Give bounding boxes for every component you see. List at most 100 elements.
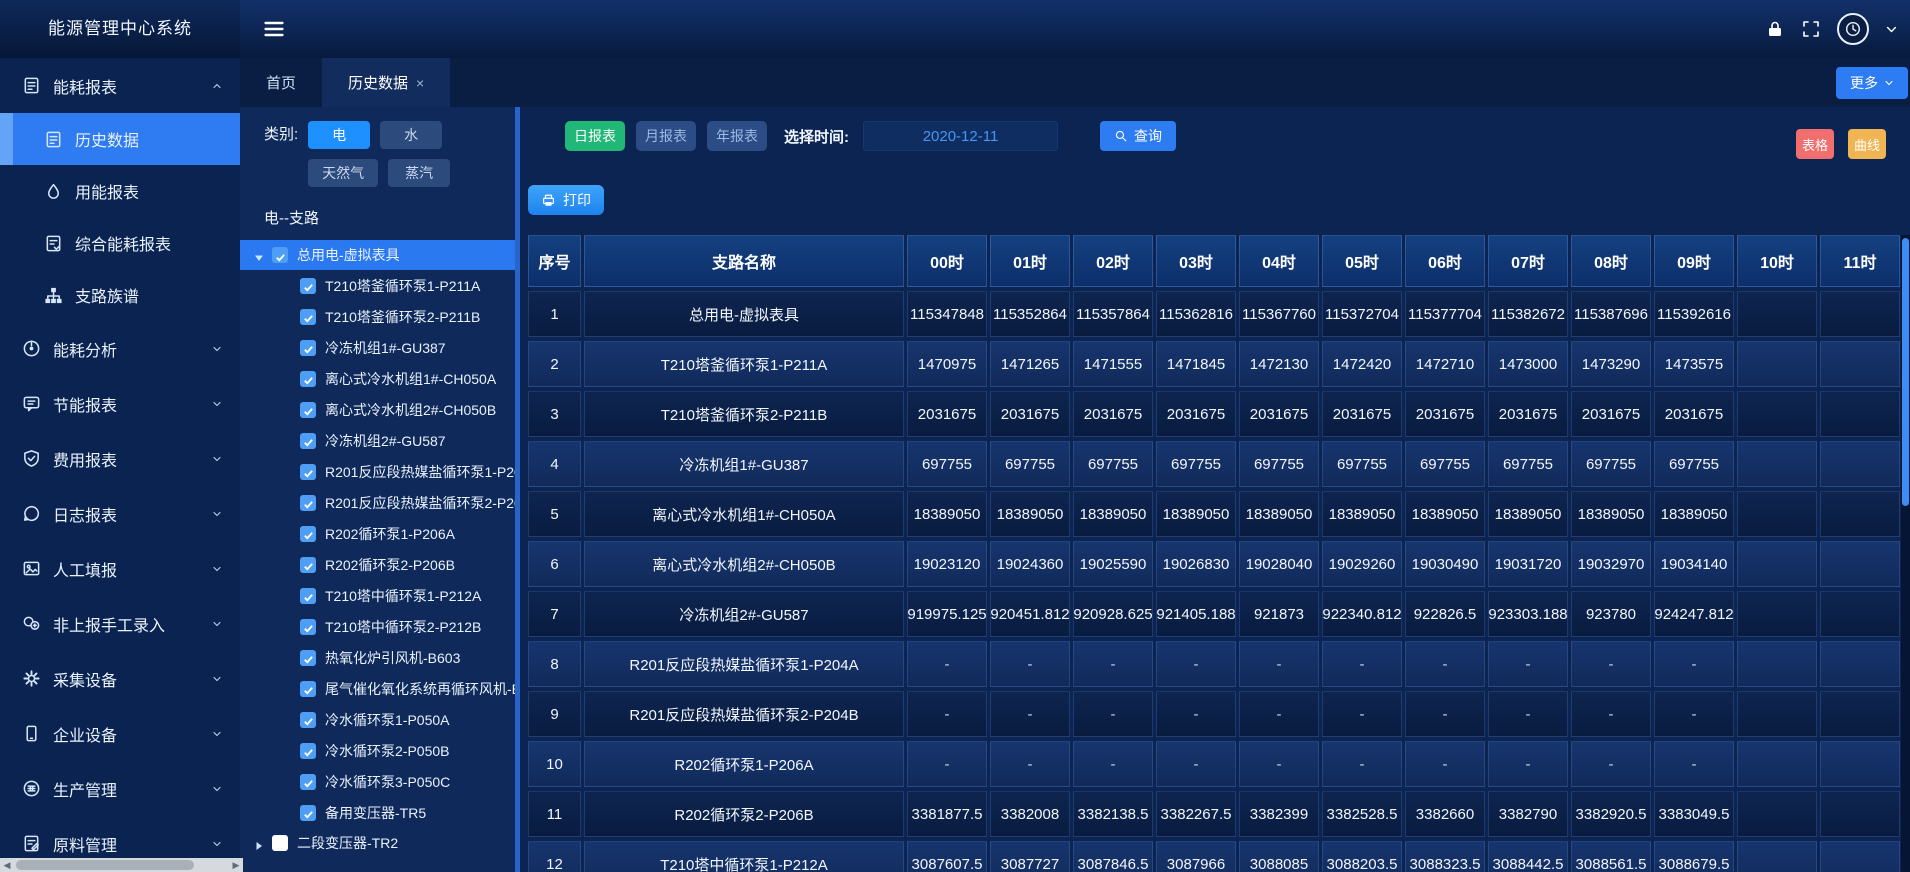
- tree-node[interactable]: 冷冻机组2#-GU587: [240, 425, 520, 456]
- category-button-水[interactable]: 水: [380, 121, 442, 149]
- checkbox[interactable]: [300, 309, 316, 325]
- sidebar-item-label: 综合能耗报表: [75, 231, 171, 255]
- checkbox[interactable]: [272, 247, 288, 263]
- sidebar-item-composite-energy-report[interactable]: 综合能耗报表: [0, 217, 240, 269]
- value-cell: [1737, 391, 1817, 437]
- sidebar-item-energy-usage-report[interactable]: 用能报表: [0, 165, 240, 217]
- tree-node[interactable]: R202循环泵1-P206A: [240, 518, 520, 549]
- checkbox[interactable]: [300, 402, 316, 418]
- tree-node[interactable]: T210塔釜循环泵1-P211A: [240, 270, 520, 301]
- clock-avatar-icon[interactable]: [1837, 13, 1869, 45]
- checkbox[interactable]: [300, 588, 316, 604]
- chevron-down-icon[interactable]: [1885, 23, 1898, 36]
- date-input[interactable]: [863, 121, 1058, 151]
- category-button-天然气[interactable]: 天然气: [308, 159, 378, 187]
- tree-node[interactable]: 备用变压器-TR5: [240, 797, 520, 828]
- checkbox[interactable]: [300, 526, 316, 542]
- value-cell: 1471845: [1156, 341, 1236, 387]
- main-vertical-scrollbar[interactable]: [1901, 235, 1910, 872]
- scrollbar-thumb[interactable]: [16, 860, 194, 870]
- checkbox[interactable]: [300, 340, 316, 356]
- checkbox[interactable]: [300, 681, 316, 697]
- hamburger-menu-icon[interactable]: [262, 17, 286, 41]
- print-button[interactable]: 打印: [528, 185, 604, 215]
- tree-node[interactable]: T210塔中循环泵2-P212B: [240, 611, 520, 642]
- value-cell: -: [1488, 641, 1568, 687]
- tree-node[interactable]: 冷水循环泵3-P050C: [240, 766, 520, 797]
- tree-node[interactable]: T210塔釜循环泵2-P211B: [240, 301, 520, 332]
- chevron-down-icon: [212, 399, 222, 409]
- sidebar-item-collection-device[interactable]: 采集设备: [0, 651, 240, 706]
- sidebar-item-enterprise-device[interactable]: 企业设备: [0, 706, 240, 761]
- tab-首页[interactable]: 首页: [240, 58, 322, 107]
- tab-历史数据[interactable]: 历史数据×: [322, 58, 450, 107]
- caret-right-icon[interactable]: [254, 838, 264, 848]
- sidebar-horizontal-scrollbar[interactable]: ◀ ▶: [0, 858, 243, 872]
- tree-node-parent[interactable]: 二段变压器-TR2: [240, 828, 520, 858]
- report-type-月报表[interactable]: 月报表: [636, 121, 696, 151]
- table-view-button[interactable]: 表格: [1796, 129, 1834, 159]
- category-button-电[interactable]: 电: [308, 121, 370, 149]
- checkbox[interactable]: [300, 371, 316, 387]
- checkbox[interactable]: [300, 433, 316, 449]
- sidebar-item-label: 历史数据: [75, 127, 139, 151]
- query-button[interactable]: 查询: [1100, 121, 1176, 151]
- checkbox[interactable]: [300, 650, 316, 666]
- checkbox[interactable]: [300, 557, 316, 573]
- tree-node[interactable]: 离心式冷水机组1#-CH050A: [240, 363, 520, 394]
- category-button-蒸汽[interactable]: 蒸汽: [388, 159, 450, 187]
- checkbox[interactable]: [300, 743, 316, 759]
- more-button[interactable]: 更多: [1836, 67, 1908, 99]
- checkbox[interactable]: [300, 619, 316, 635]
- tree-node[interactable]: 尾气催化氧化系统再循环风机-B631: [240, 673, 520, 704]
- tree-node[interactable]: 冷水循环泵2-P050B: [240, 735, 520, 766]
- sidebar-item-fee-report[interactable]: 费用报表: [0, 431, 240, 486]
- value-cell: 3382138.5: [1073, 791, 1153, 837]
- scroll-right-arrow-icon[interactable]: ▶: [229, 858, 243, 872]
- sidebar-item-production-mgmt[interactable]: 生产管理: [0, 761, 240, 816]
- fee-icon: [22, 449, 41, 468]
- value-cell: 18389050: [1322, 491, 1402, 537]
- curve-view-button[interactable]: 曲线: [1848, 129, 1886, 159]
- scrollbar-thumb[interactable]: [1902, 238, 1909, 506]
- tree-node-label: 冷冻机组1#-GU387: [325, 338, 446, 358]
- caret-down-icon[interactable]: [254, 250, 264, 260]
- tree-node[interactable]: R202循环泵2-P206B: [240, 549, 520, 580]
- fullscreen-icon[interactable]: [1801, 19, 1821, 39]
- checkbox[interactable]: [272, 835, 288, 851]
- tree-node[interactable]: R201反应段热媒盐循环泵1-P204A: [240, 456, 520, 487]
- value-cell: 922826.5: [1405, 591, 1485, 637]
- lock-icon[interactable]: [1765, 19, 1785, 39]
- checkbox[interactable]: [300, 805, 316, 821]
- report-type-日报表[interactable]: 日报表: [565, 121, 625, 151]
- tree-node[interactable]: 冷冻机组1#-GU387: [240, 332, 520, 363]
- report-type-年报表[interactable]: 年报表: [707, 121, 767, 151]
- sidebar-item-log-report[interactable]: 日志报表: [0, 486, 240, 541]
- sidebar-item-history-data[interactable]: 历史数据: [0, 113, 240, 165]
- tree-node[interactable]: R201反应段热媒盐循环泵2-P204B: [240, 487, 520, 518]
- sidebar-item-energy-analysis[interactable]: 能耗分析: [0, 321, 240, 376]
- tree-node[interactable]: 离心式冷水机组2#-CH050B: [240, 394, 520, 425]
- value-cell: 18389050: [1654, 491, 1734, 537]
- tree-node[interactable]: T210塔中循环泵1-P212A: [240, 580, 520, 611]
- value-cell: 2031675: [907, 391, 987, 437]
- close-icon[interactable]: ×: [416, 75, 424, 91]
- scroll-left-arrow-icon[interactable]: ◀: [0, 858, 14, 872]
- checkbox[interactable]: [300, 774, 316, 790]
- value-cell: 920928.625: [1073, 591, 1153, 637]
- checkbox[interactable]: [300, 712, 316, 728]
- sidebar-item-manual-fill[interactable]: 人工填报: [0, 541, 240, 596]
- tree-panel-scrollbar[interactable]: [515, 107, 520, 872]
- check-icon: [303, 466, 314, 477]
- checkbox[interactable]: [300, 278, 316, 294]
- sidebar-item-manual-entry[interactable]: 非上报手工录入: [0, 596, 240, 651]
- tree-node[interactable]: 冷水循环泵1-P050A: [240, 704, 520, 735]
- sidebar-item-energy-saving-report[interactable]: 节能报表: [0, 376, 240, 431]
- value-cell: 923780: [1571, 591, 1651, 637]
- sidebar-item-branch-genealogy[interactable]: 支路族谱: [0, 269, 240, 321]
- tree-node-parent[interactable]: 总用电-虚拟表具: [240, 240, 520, 270]
- sidebar-item-energy-report[interactable]: 能耗报表: [0, 58, 240, 113]
- checkbox[interactable]: [300, 495, 316, 511]
- tree-node[interactable]: 热氧化炉引风机-B603: [240, 642, 520, 673]
- checkbox[interactable]: [300, 464, 316, 480]
